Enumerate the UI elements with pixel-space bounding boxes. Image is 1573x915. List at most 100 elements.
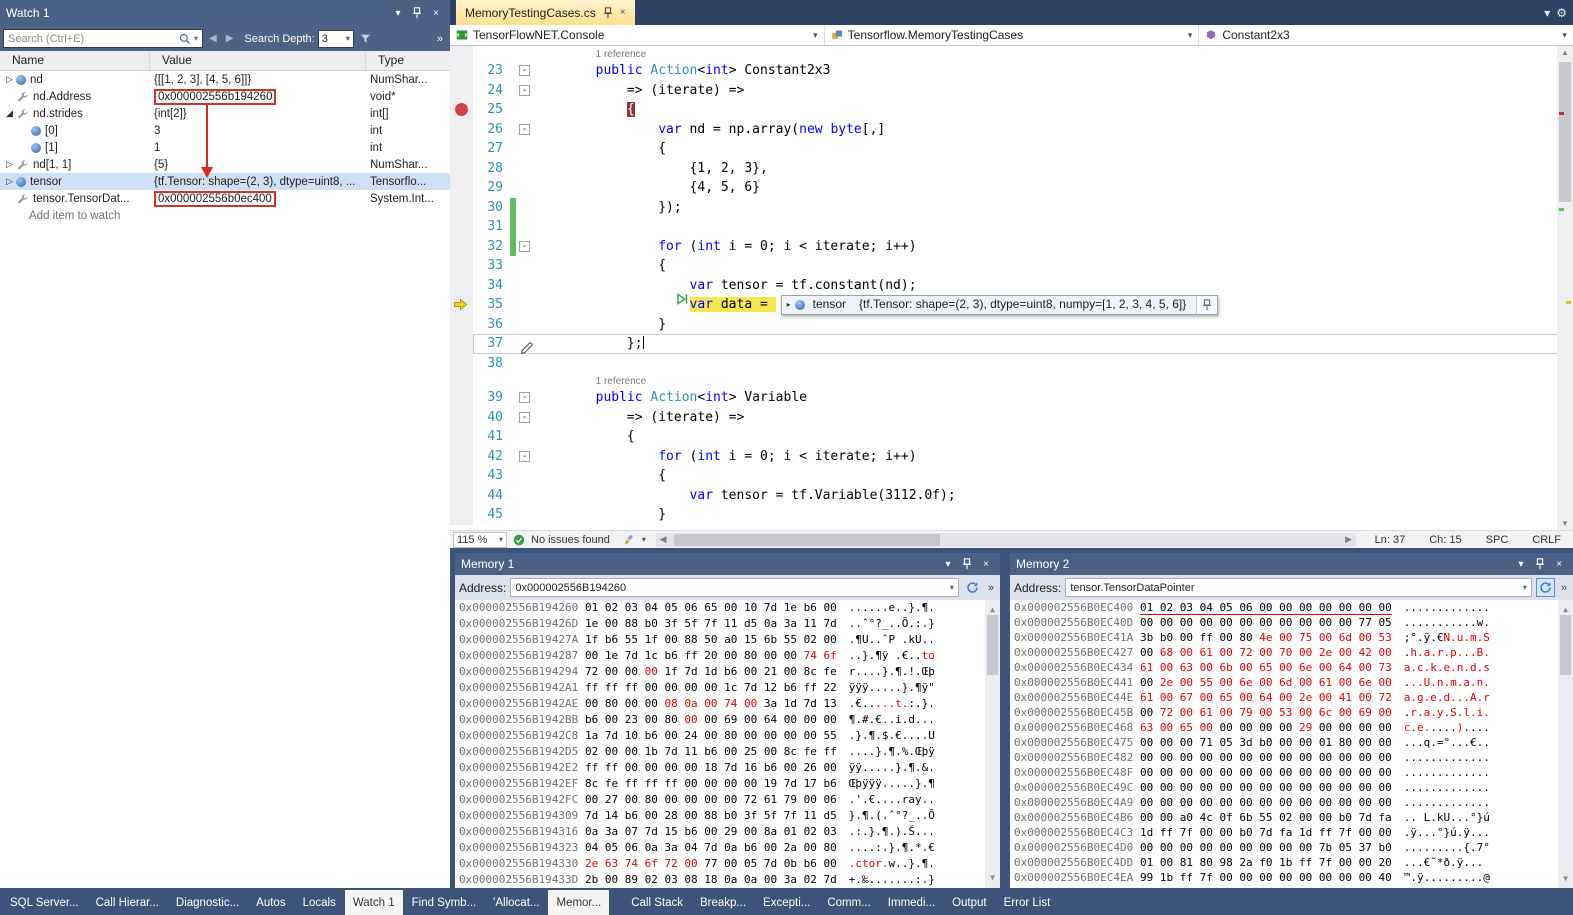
outline-collapse-icon[interactable]: -: [519, 124, 530, 135]
code-line[interactable]: 31: [450, 217, 1573, 237]
tool-window-tab[interactable]: Autos: [248, 890, 293, 915]
code-line[interactable]: 29 {4, 5, 6}: [450, 178, 1573, 198]
chevron-down-icon[interactable]: ▾: [813, 30, 818, 41]
breadcrumb-project[interactable]: TensorFlowNET.Console ▾: [450, 25, 825, 45]
memory1-titlebar[interactable]: Memory 1 ▾ ×: [455, 553, 1000, 575]
search-next-icon[interactable]: ▶: [223, 33, 237, 44]
chevron-down-icon[interactable]: ▾: [1188, 30, 1193, 41]
tool-window-tab[interactable]: Find Symb...: [404, 890, 485, 915]
watch-row[interactable]: ▷nd{[[1, 2, 3], [4, 5, 6]]}NumShar...: [0, 71, 450, 88]
code-line[interactable]: 39- public Action<int> Variable: [450, 388, 1573, 408]
column-header-name[interactable]: Name: [0, 51, 150, 70]
watch-row[interactable]: [0]3int: [0, 122, 450, 139]
issues-status[interactable]: No issues found: [531, 534, 610, 546]
code-line[interactable]: 33 {: [450, 256, 1573, 276]
add-watch-label[interactable]: Add item to watch: [29, 210, 120, 222]
add-watch-row[interactable]: Add item to watch: [0, 207, 450, 224]
outline-collapse-icon[interactable]: -: [519, 85, 530, 96]
pin-icon[interactable]: [409, 5, 425, 21]
watch-titlebar[interactable]: Watch 1 ▾ ×: [0, 0, 450, 26]
memory2-scrollbar[interactable]: ▲ ▼: [1558, 600, 1573, 888]
column-header-type[interactable]: Type: [366, 51, 450, 70]
chevron-down-icon[interactable]: ▾: [194, 34, 198, 43]
watch-row[interactable]: nd.Address0x000002556b194260void*: [0, 88, 450, 105]
document-tab[interactable]: MemoryTestingCases.cs ×: [456, 0, 635, 25]
tool-window-tab[interactable]: 'Allocat...: [485, 890, 547, 915]
memory2-titlebar[interactable]: Memory 2 ▾ ×: [1010, 553, 1573, 575]
tool-window-tab[interactable]: Call Stack: [623, 890, 691, 915]
scroll-right-icon[interactable]: ▶: [1342, 534, 1356, 545]
scrollbar-thumb[interactable]: [1559, 62, 1571, 202]
outline-collapse-icon[interactable]: -: [519, 412, 530, 423]
toolbar-overflow-icon[interactable]: »: [433, 33, 447, 45]
tool-window-tab[interactable]: Breakp...: [692, 890, 754, 915]
scroll-left-icon[interactable]: ◀: [656, 534, 670, 545]
code-line[interactable]: 26- var nd = np.array(new byte[,]: [450, 120, 1573, 140]
chevron-down-icon[interactable]: ▾: [642, 535, 646, 544]
tool-window-tab[interactable]: Comm...: [819, 890, 878, 915]
chevron-down-icon[interactable]: ▾: [1513, 556, 1529, 572]
code-line[interactable]: 38: [450, 354, 1573, 374]
search-input[interactable]: Search (Ctrl+E) ▾: [3, 29, 203, 48]
close-icon[interactable]: ×: [428, 5, 444, 21]
refresh-icon[interactable]: [1536, 578, 1555, 597]
code-line[interactable]: 42- for (int i = 0; i < iterate; i++): [450, 447, 1573, 467]
watch-row[interactable]: [1]1int: [0, 139, 450, 156]
breadcrumb-class[interactable]: Tensorflow.MemoryTestingCases ▾: [825, 25, 1200, 45]
memory1-scrollbar[interactable]: ▲ ▼: [985, 600, 1000, 888]
code-line[interactable]: 40- => (iterate) =>: [450, 408, 1573, 428]
window-options-gear-icon[interactable]: ⚙: [1556, 6, 1567, 20]
expand-arrow-icon[interactable]: ▷: [3, 159, 16, 170]
scrollbar-thumb[interactable]: [674, 534, 940, 546]
code-line[interactable]: 32- for (int i = 0; i < iterate; i++): [450, 237, 1573, 257]
code-line[interactable]: 28 {1, 2, 3},: [450, 159, 1573, 179]
memory2-hex-view[interactable]: 0x000002556B0EC40001 02 03 04 05 06 00 0…: [1010, 600, 1573, 888]
watch-row[interactable]: ◢nd.strides{int[2]}int[]: [0, 105, 450, 122]
filter-icon[interactable]: [360, 33, 371, 44]
outline-collapse-icon[interactable]: -: [519, 65, 530, 76]
expand-arrow-icon[interactable]: ▷: [3, 74, 16, 85]
code-line[interactable]: 23- public Action<int> Constant2x3: [450, 61, 1573, 81]
scroll-down-icon[interactable]: ▼: [1557, 519, 1573, 528]
codelens-references[interactable]: 1 reference: [596, 374, 647, 389]
expand-arrow-icon[interactable]: ▷: [3, 176, 16, 187]
chevron-down-icon[interactable]: ▾: [390, 5, 406, 21]
toolbar-overflow-icon[interactable]: »: [986, 582, 996, 594]
outline-collapse-icon[interactable]: -: [519, 451, 530, 462]
tool-window-tab[interactable]: Locals: [295, 890, 344, 915]
code-line[interactable]: 37 };: [450, 334, 1573, 354]
code-line[interactable]: 45 }: [450, 505, 1573, 525]
codelens-row[interactable]: 1 reference: [450, 373, 1573, 388]
code-cleanup-icon[interactable]: [624, 534, 636, 546]
tool-window-tab[interactable]: Error List: [996, 890, 1059, 915]
tool-window-tab[interactable]: Immedi...: [880, 890, 943, 915]
zoom-select[interactable]: 115 % ▾: [453, 532, 507, 548]
codelens-references[interactable]: 1 reference: [596, 47, 647, 62]
tool-window-tab[interactable]: Excepti...: [755, 890, 818, 915]
memory1-address-input[interactable]: 0x000002556B194260▾: [510, 578, 959, 597]
watch-row[interactable]: ▷tensor{tf.Tensor: shape=(2, 3), dtype=u…: [0, 173, 450, 190]
watch-row[interactable]: ▷nd[1, 1]{5}NumShar...: [0, 156, 450, 173]
code-line[interactable]: 35 var data = ▸tensor{tf.Tensor: shape=(…: [450, 295, 1573, 315]
memory2-address-input[interactable]: tensor.TensorDataPointer▾: [1065, 578, 1532, 597]
tool-window-tab[interactable]: Call Hierar...: [88, 890, 167, 915]
breadcrumb-member[interactable]: Constant2x3 ▾: [1199, 25, 1573, 45]
tool-window-tab[interactable]: SQL Server...: [2, 890, 87, 915]
editor-vertical-scrollbar[interactable]: ▲ ▼: [1557, 46, 1573, 530]
pin-icon[interactable]: [603, 7, 613, 19]
refresh-icon[interactable]: [963, 578, 982, 597]
chevron-down-icon[interactable]: ▾: [940, 556, 956, 572]
code-line[interactable]: 30 });: [450, 198, 1573, 218]
codelens-row[interactable]: 1 reference: [450, 46, 1573, 61]
tool-window-tab[interactable]: Memor...: [548, 890, 609, 915]
search-prev-icon[interactable]: ◀: [206, 33, 220, 44]
code-line[interactable]: 27 {: [450, 139, 1573, 159]
pin-icon[interactable]: [1196, 296, 1217, 314]
code-line[interactable]: 41 {: [450, 427, 1573, 447]
pin-icon[interactable]: [959, 556, 975, 572]
expand-arrow-icon[interactable]: ▸: [787, 295, 791, 315]
tool-window-tab[interactable]: Diagnostic...: [168, 890, 247, 915]
outline-collapse-icon[interactable]: -: [519, 392, 530, 403]
close-icon[interactable]: ×: [1551, 556, 1567, 572]
code-line[interactable]: 44 var tensor = tf.Variable(3112.0f);: [450, 486, 1573, 506]
